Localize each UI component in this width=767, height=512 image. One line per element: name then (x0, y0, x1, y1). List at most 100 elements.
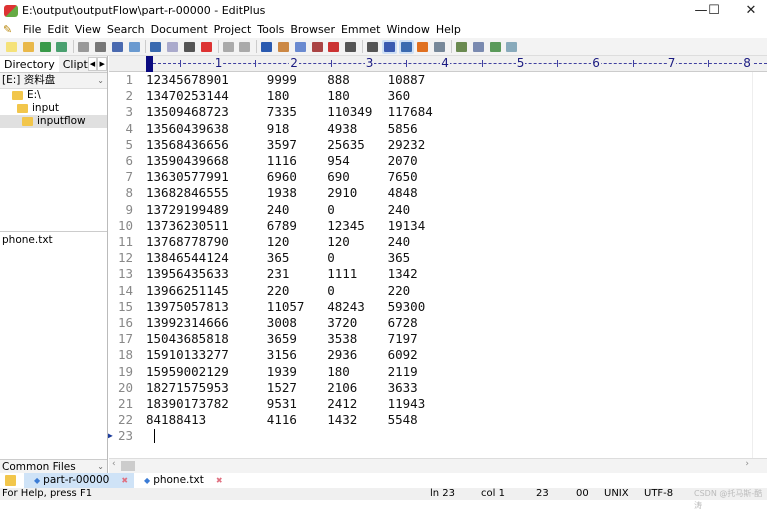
ruler-cursor (146, 56, 153, 72)
new-file-icon[interactable] (4, 40, 19, 54)
text-cell: 117684 (387, 104, 433, 120)
text-cell: 7335 (266, 104, 297, 120)
menu-document[interactable]: Document (148, 23, 211, 36)
ruler-tick (481, 60, 483, 67)
ruler-tick (179, 60, 181, 67)
text-cell: 13568436656 (146, 136, 229, 152)
find-in-files-icon[interactable] (293, 40, 308, 54)
delete-icon[interactable] (199, 40, 214, 54)
indent-icon[interactable] (381, 39, 397, 54)
line-number: 2 (125, 88, 133, 104)
undo-icon[interactable] (221, 40, 236, 54)
menu-view[interactable]: View (72, 23, 104, 36)
status-code: 00 (576, 488, 589, 499)
text-cell: 19134 (387, 217, 426, 233)
check-icon[interactable] (415, 40, 430, 54)
text-cell: 1111 (327, 266, 358, 282)
redo-icon[interactable] (237, 40, 252, 54)
cut-icon[interactable] (148, 40, 163, 54)
print-icon[interactable] (93, 40, 108, 54)
tab-scroll-left-button[interactable]: ◀ (87, 57, 98, 71)
status-line: ln 23 (430, 488, 456, 499)
window4-icon[interactable] (488, 40, 503, 54)
document-tab[interactable]: ◆ part-r-00000 ✖ (24, 473, 135, 488)
save-icon[interactable] (38, 40, 53, 54)
window1-icon[interactable] (432, 40, 447, 54)
menu-file[interactable]: File (20, 23, 44, 36)
text-cell: 231 (266, 266, 290, 282)
text-cell: 1939 (266, 363, 297, 379)
font-icon[interactable] (326, 40, 341, 54)
menu-emmet[interactable]: Emmet (338, 23, 383, 36)
document-tabs: ◆ part-r-00000 ✖ ◆ phone.txt ✖ (0, 473, 767, 488)
save-all-icon[interactable] (54, 40, 69, 54)
menu-project[interactable]: Project (211, 23, 255, 36)
tree-node[interactable]: E:\ (0, 89, 107, 102)
line-number-icon[interactable] (398, 39, 414, 54)
copy-icon[interactable] (165, 40, 180, 54)
tab-cliptext[interactable]: Clipte (59, 56, 88, 72)
vertical-scrollbar[interactable] (752, 72, 767, 458)
paste-icon[interactable] (182, 40, 197, 54)
find-icon[interactable] (259, 40, 274, 54)
tree-node-label: input (32, 102, 60, 114)
tree-node[interactable]: input (0, 102, 107, 115)
scroll-thumb[interactable] (121, 461, 135, 471)
replace-icon[interactable] (276, 40, 291, 54)
text-cell: 13729199489 (146, 201, 229, 217)
menu-browser[interactable]: Browser (287, 23, 338, 36)
text-editor[interactable]: 12345678901 9999 888 10887 13470253144 180 180… (108, 72, 752, 458)
browser-preview-icon[interactable] (127, 40, 142, 54)
text-cell: 1342 (387, 266, 418, 282)
open-icon[interactable] (21, 40, 36, 54)
cut-print-preview-icon[interactable] (76, 40, 91, 54)
goto-icon[interactable] (310, 40, 325, 54)
spell-check-icon[interactable] (110, 40, 125, 54)
close-tab-icon[interactable]: ✖ (216, 473, 223, 488)
tab-directory[interactable]: Directory (0, 56, 59, 72)
line-number: 20 (117, 379, 133, 395)
line-number: 6 (125, 153, 133, 168)
horizontal-scrollbar[interactable]: ‹ › (109, 458, 767, 473)
text-cell: 240 (387, 234, 411, 249)
scroll-left-icon[interactable]: ‹ (112, 459, 116, 469)
text-cell: 12345678901 (146, 72, 229, 87)
help-icon[interactable] (504, 40, 519, 54)
line-number: 21 (117, 396, 133, 411)
hex-icon[interactable] (343, 40, 358, 54)
text-cell: 3156 (266, 347, 297, 363)
scroll-right-icon[interactable]: › (745, 459, 749, 469)
line-number: 1 (125, 72, 133, 87)
status-encoding: UTF-8 (644, 488, 674, 499)
menu-search[interactable]: Search (104, 23, 148, 36)
text-cell: 0 (327, 282, 335, 298)
menu-edit[interactable]: Edit (44, 23, 71, 36)
column-ruler: 1 2 3 4 5 6 7 8 (109, 56, 767, 72)
close-button[interactable]: ✕ (736, 0, 766, 21)
drive-select[interactable]: [E:] 资料盘 ⌄ (0, 73, 107, 89)
document-tab[interactable]: ◆ phone.txt ✖ (134, 473, 229, 488)
text-cell: 2412 (327, 396, 358, 411)
app-icon (4, 4, 18, 17)
menu-window[interactable]: Window (383, 23, 432, 36)
line-number: 22 (117, 412, 133, 428)
close-tab-icon[interactable]: ✖ (121, 473, 128, 488)
text-cell: 13682846555 (146, 185, 229, 201)
line-number: 9 (125, 201, 133, 217)
word-wrap-icon[interactable] (365, 40, 380, 54)
menu-tools[interactable]: Tools (254, 23, 287, 36)
text-cell: 18390173782 (146, 396, 229, 411)
text-cell: 13560439638 (146, 120, 229, 136)
text-cell: 1938 (266, 185, 297, 201)
tab-scroll-right-button[interactable]: ▶ (97, 57, 107, 71)
window2-icon[interactable] (454, 40, 469, 54)
text-cell: 25635 (327, 136, 365, 152)
window3-icon[interactable] (471, 40, 486, 54)
file-list-item[interactable]: phone.txt (2, 234, 105, 246)
maximize-button[interactable]: ☐ (699, 0, 729, 21)
menu-help[interactable]: Help (433, 23, 464, 36)
tree-node[interactable]: inputflow (0, 115, 107, 128)
text-cell: 3538 (327, 331, 358, 347)
text-cell: 365 (387, 250, 411, 266)
text-cell: 220 (266, 282, 290, 298)
